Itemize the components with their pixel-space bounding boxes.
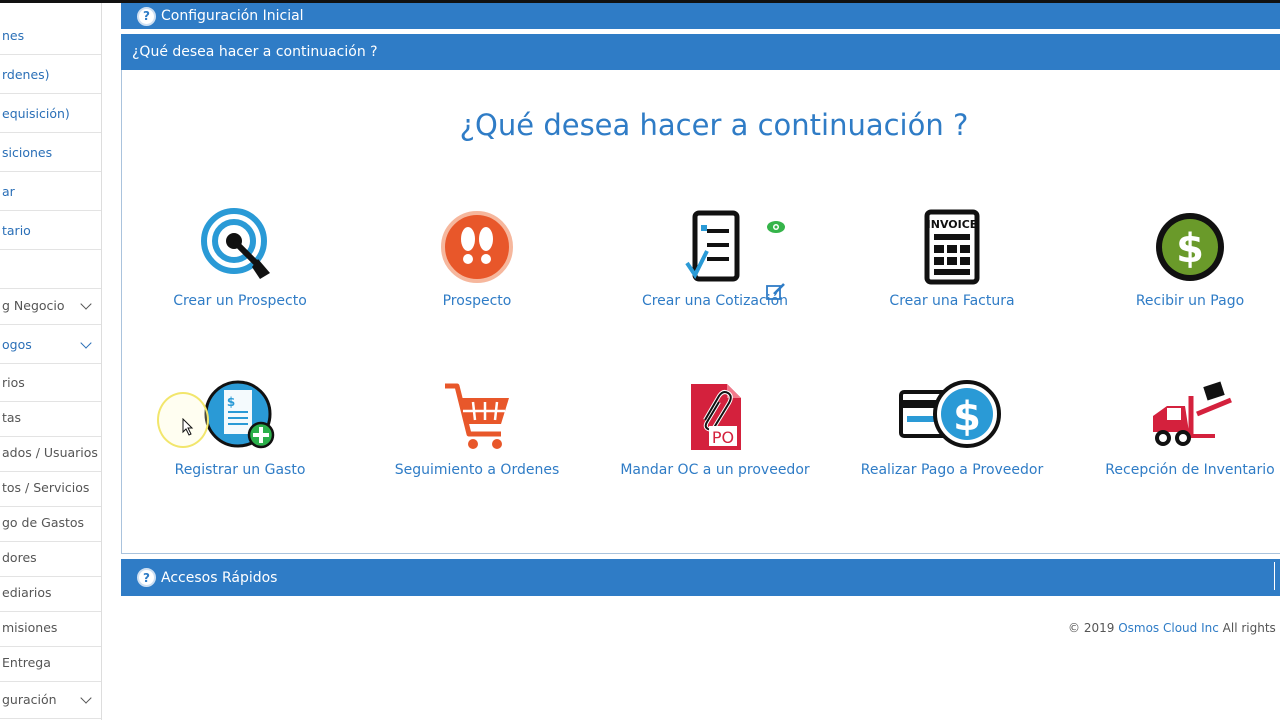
panel-config-header[interactable]: ? Configuración Inicial bbox=[121, 3, 1280, 29]
sidebar-item-requisiciones[interactable]: siciones bbox=[0, 134, 101, 172]
sidebar-item-negocio[interactable]: g Negocio bbox=[0, 287, 101, 325]
panel-edge bbox=[1274, 562, 1280, 590]
sidebar-item-productos-servicios[interactable]: tos / Servicios bbox=[0, 469, 101, 507]
chevron-down-icon bbox=[80, 691, 92, 704]
sidebar-item-configuracion[interactable]: guración bbox=[0, 681, 101, 719]
tile-prospecto[interactable]: Prospecto bbox=[358, 207, 596, 309]
sidebar-item-empleados-usuarios[interactable]: ados / Usuarios bbox=[0, 434, 101, 472]
sidebar-item-ar[interactable]: ar bbox=[0, 173, 101, 211]
shopping-cart-icon bbox=[358, 376, 596, 456]
invoice-text: INVOICE bbox=[927, 218, 978, 231]
panel-next-body bbox=[121, 70, 1280, 554]
chevron-down-icon bbox=[80, 336, 92, 349]
sidebar-item-usuarios[interactable]: rios bbox=[0, 364, 101, 402]
tile-label: Realizar Pago a Proveedor bbox=[860, 462, 1044, 478]
checklist-icon bbox=[596, 207, 834, 287]
sidebar-item-inventario[interactable]: tario bbox=[0, 212, 101, 250]
tile-seguimiento-ordenes[interactable]: Seguimiento a Ordenes bbox=[358, 376, 596, 478]
sidebar-item-catalogos[interactable]: ogos bbox=[0, 326, 101, 364]
footer-copyright: © 2019 bbox=[1068, 621, 1115, 635]
forklift-icon bbox=[1071, 376, 1280, 456]
panel-quick-title: Accesos Rápidos bbox=[161, 569, 278, 586]
sidebar-item-empty bbox=[0, 251, 101, 289]
tile-label: Recibir un Pago bbox=[1135, 293, 1245, 309]
card-payment-icon: $ bbox=[833, 376, 1071, 456]
chevron-down-icon bbox=[80, 297, 92, 310]
tile-realizar-pago-proveedor[interactable]: $ Realizar Pago a Proveedor bbox=[833, 376, 1071, 478]
po-document-icon: PO bbox=[596, 376, 834, 456]
tile-crear-prospecto[interactable]: Crear un Prospecto bbox=[121, 207, 359, 309]
mouse-cursor-icon bbox=[182, 417, 194, 440]
payment-dollar-text: $ bbox=[953, 394, 981, 440]
tile-mandar-oc[interactable]: PO Mandar OC a un proveedor bbox=[596, 376, 834, 478]
dollar-coin-icon: $ bbox=[1071, 207, 1280, 287]
tile-label: Crear un Prospecto bbox=[173, 293, 307, 309]
sidebar-item-proveedores[interactable]: dores bbox=[0, 539, 101, 577]
sidebar-item-ordenes-2[interactable]: rdenes) bbox=[0, 56, 101, 94]
panel-next-header[interactable]: ¿Qué desea hacer a continuación ? bbox=[121, 34, 1280, 70]
dollar-text: $ bbox=[1176, 226, 1204, 272]
tile-label: Crear una Cotización bbox=[641, 293, 789, 309]
tile-label: Crear una Factura bbox=[889, 293, 1015, 309]
tile-recepcion-inventario[interactable]: Recepción de Inventario bbox=[1071, 376, 1280, 478]
tile-label: Recepción de Inventario bbox=[1105, 462, 1275, 478]
panel-quick-header[interactable]: ? Accesos Rápidos bbox=[121, 559, 1280, 596]
help-icon: ? bbox=[137, 568, 156, 587]
panel-config-title: Configuración Inicial bbox=[161, 8, 304, 24]
tile-crear-cotizacion[interactable]: Crear una Cotización bbox=[596, 207, 834, 309]
tile-label: Prospecto bbox=[442, 293, 512, 309]
help-icon: ? bbox=[137, 6, 156, 26]
sidebar-item-comisiones[interactable]: misiones bbox=[0, 609, 101, 647]
tile-label: Mandar OC a un proveedor bbox=[620, 462, 810, 478]
footer-company-link[interactable]: Osmos Cloud Inc bbox=[1118, 621, 1219, 635]
invoice-icon: INVOICE bbox=[833, 207, 1071, 287]
sidebar-item-requisicion[interactable]: equisición) bbox=[0, 95, 101, 133]
tile-registrar-gasto[interactable]: $ Registrar un Gasto bbox=[121, 376, 359, 478]
tile-recibir-pago[interactable]: $ Recibir un Pago bbox=[1071, 207, 1280, 309]
target-icon bbox=[121, 207, 359, 287]
sidebar-item-intermediarios[interactable]: ediarios bbox=[0, 574, 101, 612]
main-title: ¿Qué desea hacer a continuación ? bbox=[459, 108, 969, 142]
edit-pencil-icon[interactable] bbox=[766, 282, 786, 304]
po-text: PO bbox=[712, 428, 734, 447]
sidebar-item-cuentas[interactable]: tas bbox=[0, 399, 101, 437]
panel-next-title: ¿Qué desea hacer a continuación ? bbox=[132, 44, 378, 60]
sidebar-item-ordenes[interactable]: nes bbox=[0, 17, 101, 55]
sidebar: nes rdenes) equisición) siciones ar tari… bbox=[0, 3, 102, 720]
receipt-dollar-text: $ bbox=[227, 395, 235, 409]
sidebar-item-entrega[interactable]: Entrega bbox=[0, 644, 101, 682]
tile-crear-factura[interactable]: INVOICE Crear una Factura bbox=[833, 207, 1071, 309]
tile-label: Registrar un Gasto bbox=[174, 462, 306, 478]
footer-rights: All rights rese bbox=[1222, 621, 1280, 635]
view-eye-icon[interactable] bbox=[766, 219, 786, 238]
tile-label: Seguimiento a Ordenes bbox=[394, 462, 560, 478]
sidebar-item-catalogo-gastos[interactable]: go de Gastos bbox=[0, 504, 101, 542]
footer: © 2019 Osmos Cloud Inc All rights rese bbox=[1068, 621, 1280, 635]
footprints-icon bbox=[358, 207, 596, 287]
